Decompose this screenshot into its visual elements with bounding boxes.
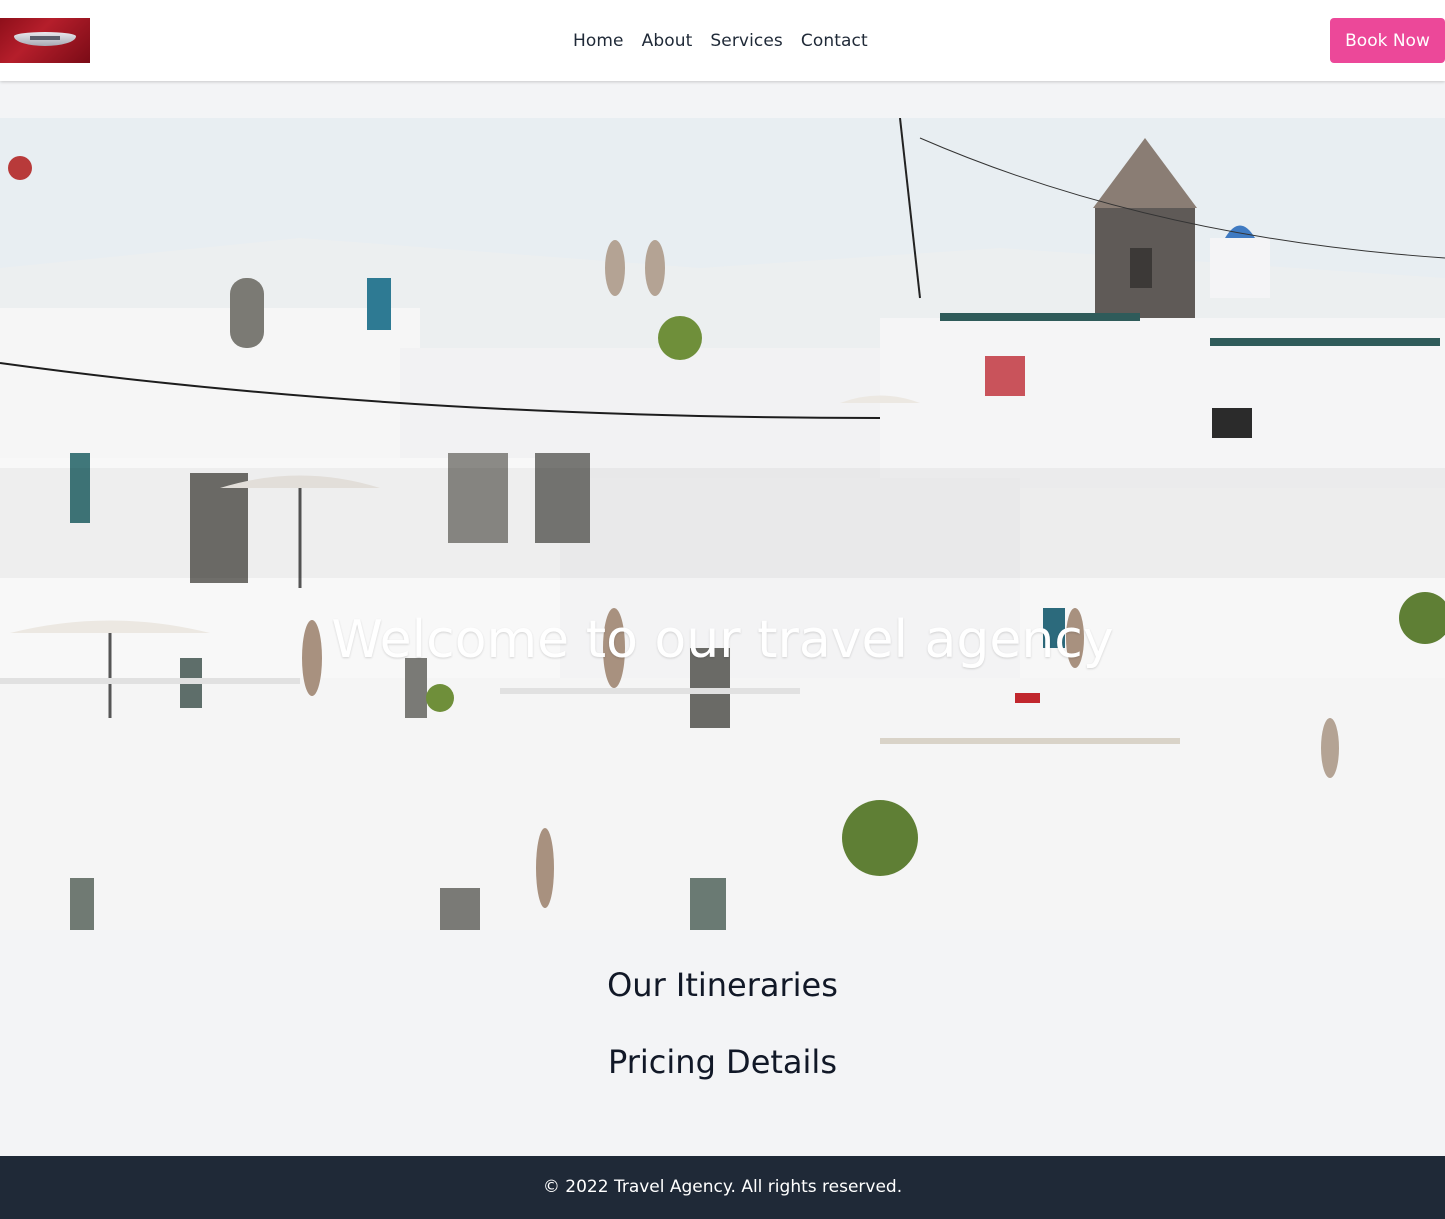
hero-title: Welcome to our travel agency: [331, 610, 1114, 670]
footer-copyright: © 2022 Travel Agency. All rights reserve…: [542, 1177, 903, 1197]
nav-item-services: Services: [710, 31, 783, 51]
footer: © 2022 Travel Agency. All rights reserve…: [0, 1156, 1445, 1219]
nav-link-about[interactable]: About: [642, 31, 693, 51]
hero-banner: Welcome to our travel agency: [0, 118, 1445, 930]
nav-item-home: Home: [573, 31, 624, 51]
hero-village-image: [0, 118, 1445, 930]
nav-item-contact: Contact: [801, 31, 868, 51]
pricing-heading: Pricing Details: [608, 1043, 837, 1081]
nav-item-about: About: [642, 31, 693, 51]
main-nav: Home About Services Contact: [573, 0, 886, 81]
brand-logo[interactable]: [0, 18, 90, 63]
nav-link-home[interactable]: Home: [573, 31, 624, 51]
book-now-button[interactable]: Book Now: [1330, 18, 1445, 63]
nav-link-contact[interactable]: Contact: [801, 31, 868, 51]
itineraries-heading: Our Itineraries: [607, 966, 838, 1004]
navbar: Home About Services Contact Book Now: [0, 0, 1445, 81]
logo-bar: [30, 36, 60, 40]
nav-link-services[interactable]: Services: [710, 31, 783, 51]
